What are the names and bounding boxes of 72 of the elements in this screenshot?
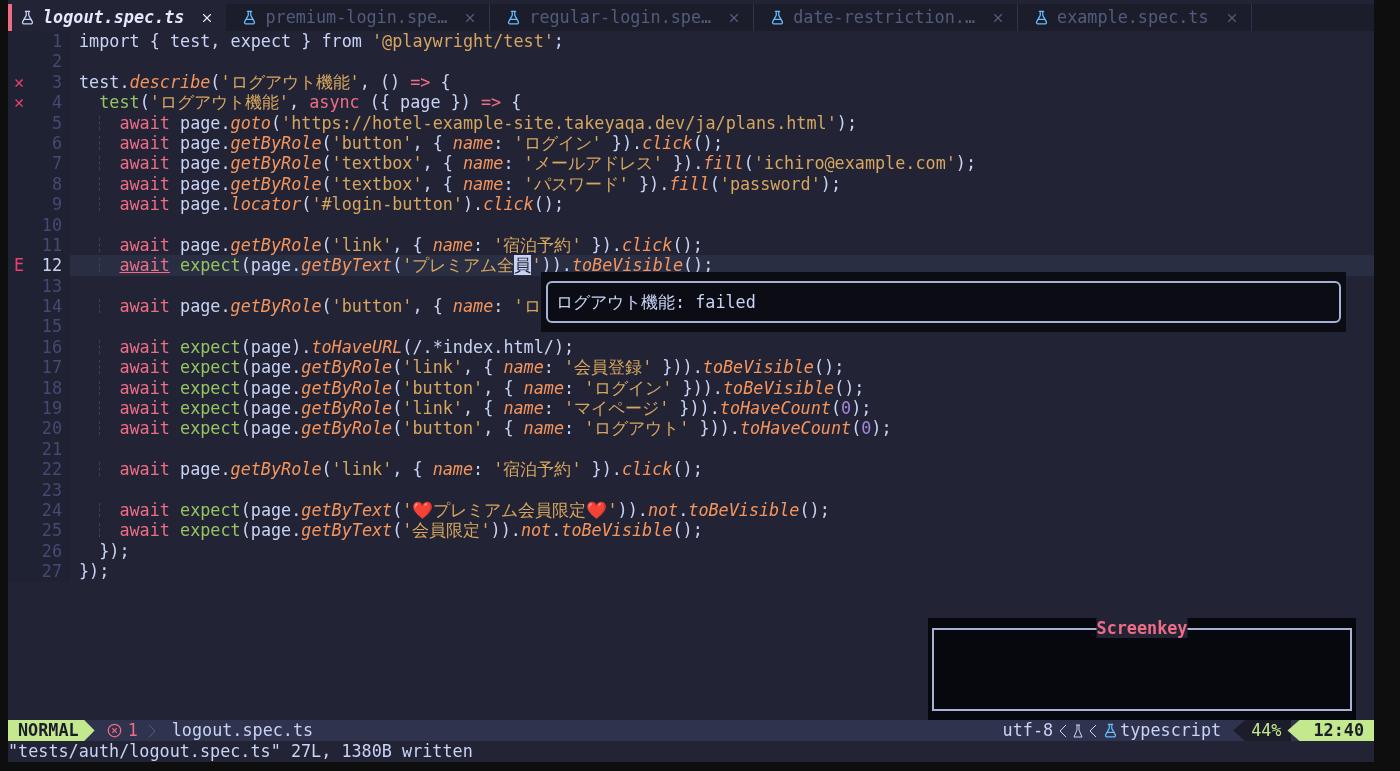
line-number: 8: [50, 173, 62, 195]
line-number: 15: [40, 316, 62, 337]
code-line: });: [98, 540, 130, 562]
code-line: await expect(page.getByRole('link', { name: 'マイページ' })).toHaveCount(0);: [119, 398, 872, 419]
notification-popup: ログアウト機能: failed: [546, 281, 1341, 323]
line-number: 9: [50, 194, 62, 215]
line-number: 16: [40, 336, 62, 358]
line-number: 24: [40, 500, 62, 521]
code-line: await page.goto('https://hotel-example-site.takeyaqa.dev/ja/plans.html');: [119, 112, 857, 133]
line-number: 25: [40, 520, 62, 541]
line-number: 11: [40, 234, 62, 256]
code-line: await page.getByRole('link', { name: '宿泊予約' }).click();: [119, 459, 703, 480]
mode-indicator: NORMAL: [8, 720, 95, 741]
command-message: "tests/auth/logout.spec.ts" 27L, 1380B written: [8, 741, 473, 762]
flask-icon: [242, 10, 258, 25]
separator-icon: [147, 723, 156, 738]
line-number: 19: [40, 398, 62, 419]
code-line: import { test, expect } from '@playwright/test';: [79, 31, 564, 52]
separator-icon: [1059, 723, 1068, 738]
line-number: 4: [50, 92, 62, 113]
code-line: await expect(page.getByRole('link', { name: '会員登録' })).toBeVisible();: [119, 357, 845, 378]
code-line: test.describe('ログアウト機能', () => {: [79, 71, 451, 93]
line-number: 1: [50, 31, 62, 52]
line-number: 5: [50, 112, 62, 133]
line-number: 17: [40, 357, 62, 378]
line-number: 22: [40, 459, 62, 480]
line-number: 7: [50, 153, 62, 174]
separator-icon: [1089, 723, 1098, 738]
code-line: await page.getByRole('link', { name: '宿泊予約' }).click();: [119, 234, 703, 256]
gutter-sign: ✕: [13, 92, 25, 113]
line-number: 14: [40, 296, 62, 317]
line-number: 12: [40, 255, 62, 276]
gutter-sign: ✕: [13, 71, 25, 92]
code-line: await page.getByRole('button', { name: 'ロ: [119, 296, 541, 317]
line-number: 26: [40, 540, 62, 562]
line-number: 13: [40, 275, 62, 297]
code-line: await expect(page.getByText('会員限定')).not.toBeVisible();: [119, 520, 703, 541]
line-number: 20: [40, 418, 62, 439]
flask-icon: [1103, 723, 1119, 738]
flask-icon: [1034, 10, 1050, 25]
code-line: await page.getByRole('button', { name: 'ログイン' }).click();: [119, 132, 723, 154]
code-line: await page.getByRole('textbox', { name: 'パスワード' }).fill('password');: [119, 173, 842, 195]
line-number: 3: [50, 71, 62, 93]
code-line: await page.locator('#login-button').click();: [119, 194, 565, 215]
line-number: 23: [40, 479, 62, 500]
flask-icon: [770, 10, 786, 25]
file-name: logout.spec.ts: [171, 720, 314, 741]
code-line: });: [79, 561, 110, 582]
code-line: test('ログアウト機能', async ({ page }) => {: [98, 92, 522, 113]
line-number: 27: [40, 561, 62, 582]
error-icon: [106, 723, 122, 738]
flask-icon: [20, 10, 35, 25]
line-number: 21: [40, 438, 62, 460]
gutter-sign: E: [13, 255, 25, 276]
line-number: 2: [50, 51, 62, 72]
encoding: utf-8: [1002, 720, 1054, 741]
flask-icon: [506, 10, 522, 25]
code-line: await expect(page).toHaveURL(/.*index.html/);: [119, 336, 575, 358]
error-count: 1: [127, 720, 138, 741]
file-type: typescript: [1120, 720, 1222, 741]
editor-tab[interactable]: logout.spec.ts: [8, 4, 227, 31]
scroll-percent: 44%: [1233, 720, 1292, 741]
line-number: 6: [50, 132, 62, 154]
code-line: await page.getByRole('textbox', { name: 'メールアドレス' }).fill('ichiro@example.com');: [119, 153, 977, 174]
screenkey-title: Screenkey: [1096, 618, 1188, 639]
code-line: await expect(page.getByText('❤プレミアム会員限定❤')).not.toBeVisible();: [119, 500, 830, 521]
flask-icon: [1073, 723, 1084, 738]
line-number: 18: [40, 377, 62, 399]
cursor-position: 12:40: [1287, 720, 1374, 741]
code-line: await expect(page.getByRole('button', { name: 'ログアウト' })).toHaveCount(0);: [119, 418, 892, 439]
code-line: await expect(page.getByRole('button', { name: 'ログイン' })).toBeVisible();: [119, 377, 865, 399]
line-number: 10: [40, 214, 62, 235]
